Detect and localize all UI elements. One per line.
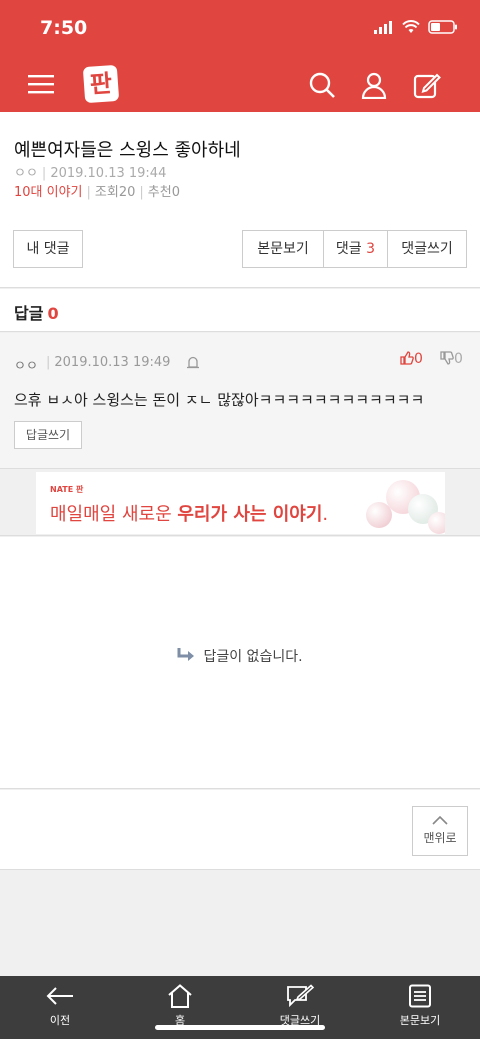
recommend-label: 추천 [147,185,172,200]
replies-title: 답글 0 [14,300,59,324]
article-header: 예쁜여자들은 스윙스 좋아하네 ㅇㅇ | 2019.10.13 19:44 10대 … [0,112,480,288]
article-datetime: 2019.10.13 19:44 [50,166,167,181]
replies-label: 답글 [14,304,44,323]
dislike-button[interactable]: 0 [440,351,463,367]
article-author: ㅇㅇ [14,166,38,181]
battery-icon [428,20,457,34]
comments-label: 댓글 [335,241,362,257]
replies-header: 답글 0 [0,289,480,332]
user-icon[interactable] [360,71,388,99]
write-comment-button[interactable]: 댓글쓰기 [387,230,467,268]
report-bell-icon[interactable] [186,355,200,370]
views-count: 20 [118,185,136,200]
comment-item: ㅇㅇ | 2019.10.13 19:49 0 0 으휴 ㅂㅅ아 스윙스는 돈이 … [0,333,480,469]
like-button[interactable]: 0 [400,351,423,367]
dislike-count: 0 [454,351,463,367]
ad-copy: 매일매일 새로운 우리가 사는 이야기. [50,500,328,526]
article-title: 예쁜여자들은 스윙스 좋아하네 [14,140,241,161]
thumbs-up-icon [400,351,414,365]
empty-message-text: 답글이 없습니다. [203,649,303,665]
view-body-button[interactable]: 본문보기 [242,230,324,268]
document-icon [409,984,431,1008]
write-reply-button[interactable]: 답글쓰기 [14,421,82,449]
app-header: 7:50 판 [0,0,480,112]
replies-count: 0 [47,304,59,323]
ad-copy-bold: 우리가 사는 이야기 [177,504,323,525]
status-icons [374,20,458,34]
write-comment-icon [287,984,314,1008]
chevron-up-icon [432,815,448,825]
back-arrow-icon [46,987,73,1005]
bottom-nav-label: 이전 [49,1014,71,1027]
empty-replies: 답글이 없습니다. [0,537,480,789]
pearl-decoration [366,502,392,528]
status-bar: 7:50 [0,0,480,56]
to-top-button[interactable]: 맨위로 [412,806,468,856]
comments-count: 3 [366,241,376,257]
bottom-nav-back[interactable]: 이전 [0,984,120,1028]
recommend-count: 0 [171,185,180,200]
search-icon[interactable] [308,71,336,99]
comment-datetime: | 2019.10.13 19:49 [46,355,171,370]
to-top-label: 맨위로 [423,831,457,845]
ad-copy-suffix: . [322,504,329,525]
write-icon[interactable] [413,71,441,99]
comment-datetime-text: 2019.10.13 19:49 [54,355,171,370]
ad-banner[interactable]: NATE 판 매일매일 새로운 우리가 사는 이야기. [36,472,445,534]
hamburger-menu-icon[interactable] [28,74,54,94]
to-top-area: 맨위로 [0,790,480,870]
article-meta: ㅇㅇ | 2019.10.13 19:44 [14,166,167,181]
ad-area: NATE 판 매일매일 새로운 우리가 사는 이야기. [0,470,480,536]
home-icon [168,984,192,1008]
home-indicator [155,1025,325,1030]
wifi-icon [402,20,420,33]
status-time: 7:50 [40,17,88,39]
article-stats: 10대 이야기 | 조회20 | 추천0 [14,185,180,200]
thumbs-down-icon [440,351,454,365]
ad-brand: NATE 판 [50,485,84,494]
comment-author: ㅇㅇ [14,359,38,374]
bottom-nav-write-comment[interactable]: 댓글쓰기 [240,984,360,1028]
pearl-decoration [428,512,445,534]
views-label: 조회 [94,185,119,200]
my-comments-button[interactable]: 내 댓글 [13,230,83,268]
nav-bar: 판 [0,60,480,110]
reply-arrow-icon [177,648,195,661]
comments-button[interactable]: 댓글 3 [323,230,388,268]
empty-message: 답글이 없습니다. [0,646,480,666]
pann-logo[interactable]: 판 [82,64,120,104]
bottom-nav-label: 본문보기 [399,1014,441,1027]
ad-copy-prefix: 매일매일 새로운 [50,504,178,525]
like-count: 0 [414,351,423,367]
bottom-nav-home[interactable]: 홈 [120,984,240,1028]
comment-text: 으휴 ㅂㅅ아 스윙스는 돈이 ㅈㄴ 많잖아ㅋㅋㅋㅋㅋㅋㅋㅋㅋㅋㅋㅋ [14,391,425,409]
bottom-nav-view-body[interactable]: 본문보기 [360,984,480,1028]
article-category[interactable]: 10대 이야기 [14,185,83,200]
signal-icon [374,20,392,34]
